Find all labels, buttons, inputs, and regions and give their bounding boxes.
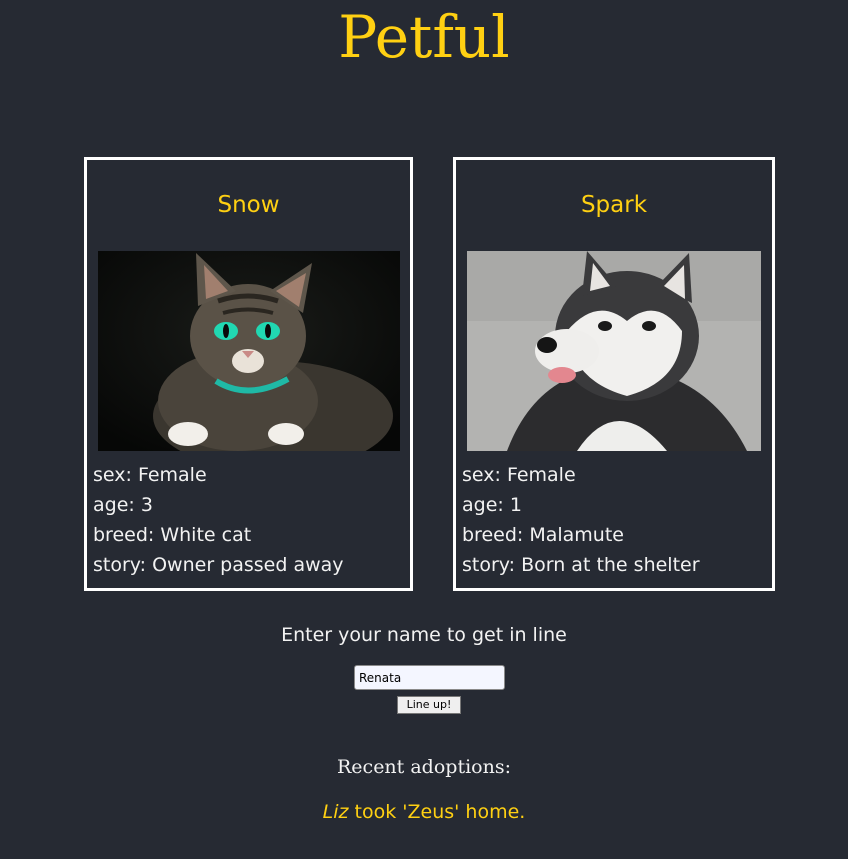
petful-app: Petful Snow sex: Female age: 3 breed: Wh… — [0, 0, 848, 859]
cat-photo — [98, 251, 400, 451]
pet-breed: breed: White cat — [93, 520, 344, 550]
pet-card-spark: Spark sex: Female age: 1 breed: Malamute… — [453, 157, 775, 591]
recent-adoptions-heading: Recent adoptions: — [337, 756, 511, 778]
pet-age: age: 1 — [462, 490, 700, 520]
pet-sex: sex: Female — [93, 460, 344, 490]
sex-label: sex: — [93, 464, 138, 486]
breed-label: breed: — [93, 524, 161, 546]
queue-prompt: Enter your name to get in line — [281, 624, 567, 646]
age-value: 3 — [140, 494, 153, 516]
dog-photo — [467, 251, 761, 451]
pet-details: sex: Female age: 1 breed: Malamute story… — [462, 460, 700, 580]
adoption-item: Liz took 'Zeus' home. — [0, 798, 848, 826]
pet-age: age: 3 — [93, 490, 344, 520]
pet-breed: breed: Malamute — [462, 520, 700, 550]
adopter-name: Liz — [322, 801, 349, 823]
age-value: 1 — [509, 494, 522, 516]
pet-story: story: Owner passed away — [93, 550, 344, 580]
sex-value: Female — [137, 464, 207, 486]
adoption-text: took 'Zeus' home. — [348, 801, 526, 823]
site-title: Petful — [338, 3, 510, 71]
story-label: story: — [93, 554, 153, 576]
breed-label: breed: — [462, 524, 530, 546]
age-label: age: — [462, 494, 510, 516]
pet-details: sex: Female age: 3 breed: White cat stor… — [93, 460, 344, 580]
breed-value: Malamute — [529, 524, 624, 546]
line-up-button[interactable]: Line up! — [397, 696, 461, 714]
pet-story: story: Born at the shelter — [462, 550, 700, 580]
sex-label: sex: — [462, 464, 507, 486]
sex-value: Female — [506, 464, 576, 486]
age-label: age: — [93, 494, 141, 516]
pet-sex: sex: Female — [462, 460, 700, 490]
story-value: Owner passed away — [152, 554, 344, 576]
breed-value: White cat — [160, 524, 252, 546]
story-value: Born at the shelter — [521, 554, 700, 576]
pet-name: Snow — [217, 192, 280, 218]
story-label: story: — [462, 554, 522, 576]
pet-card-snow: Snow sex: Female age: 3 breed: White cat… — [84, 157, 413, 591]
pet-name: Spark — [580, 192, 648, 218]
name-input[interactable] — [354, 665, 505, 690]
